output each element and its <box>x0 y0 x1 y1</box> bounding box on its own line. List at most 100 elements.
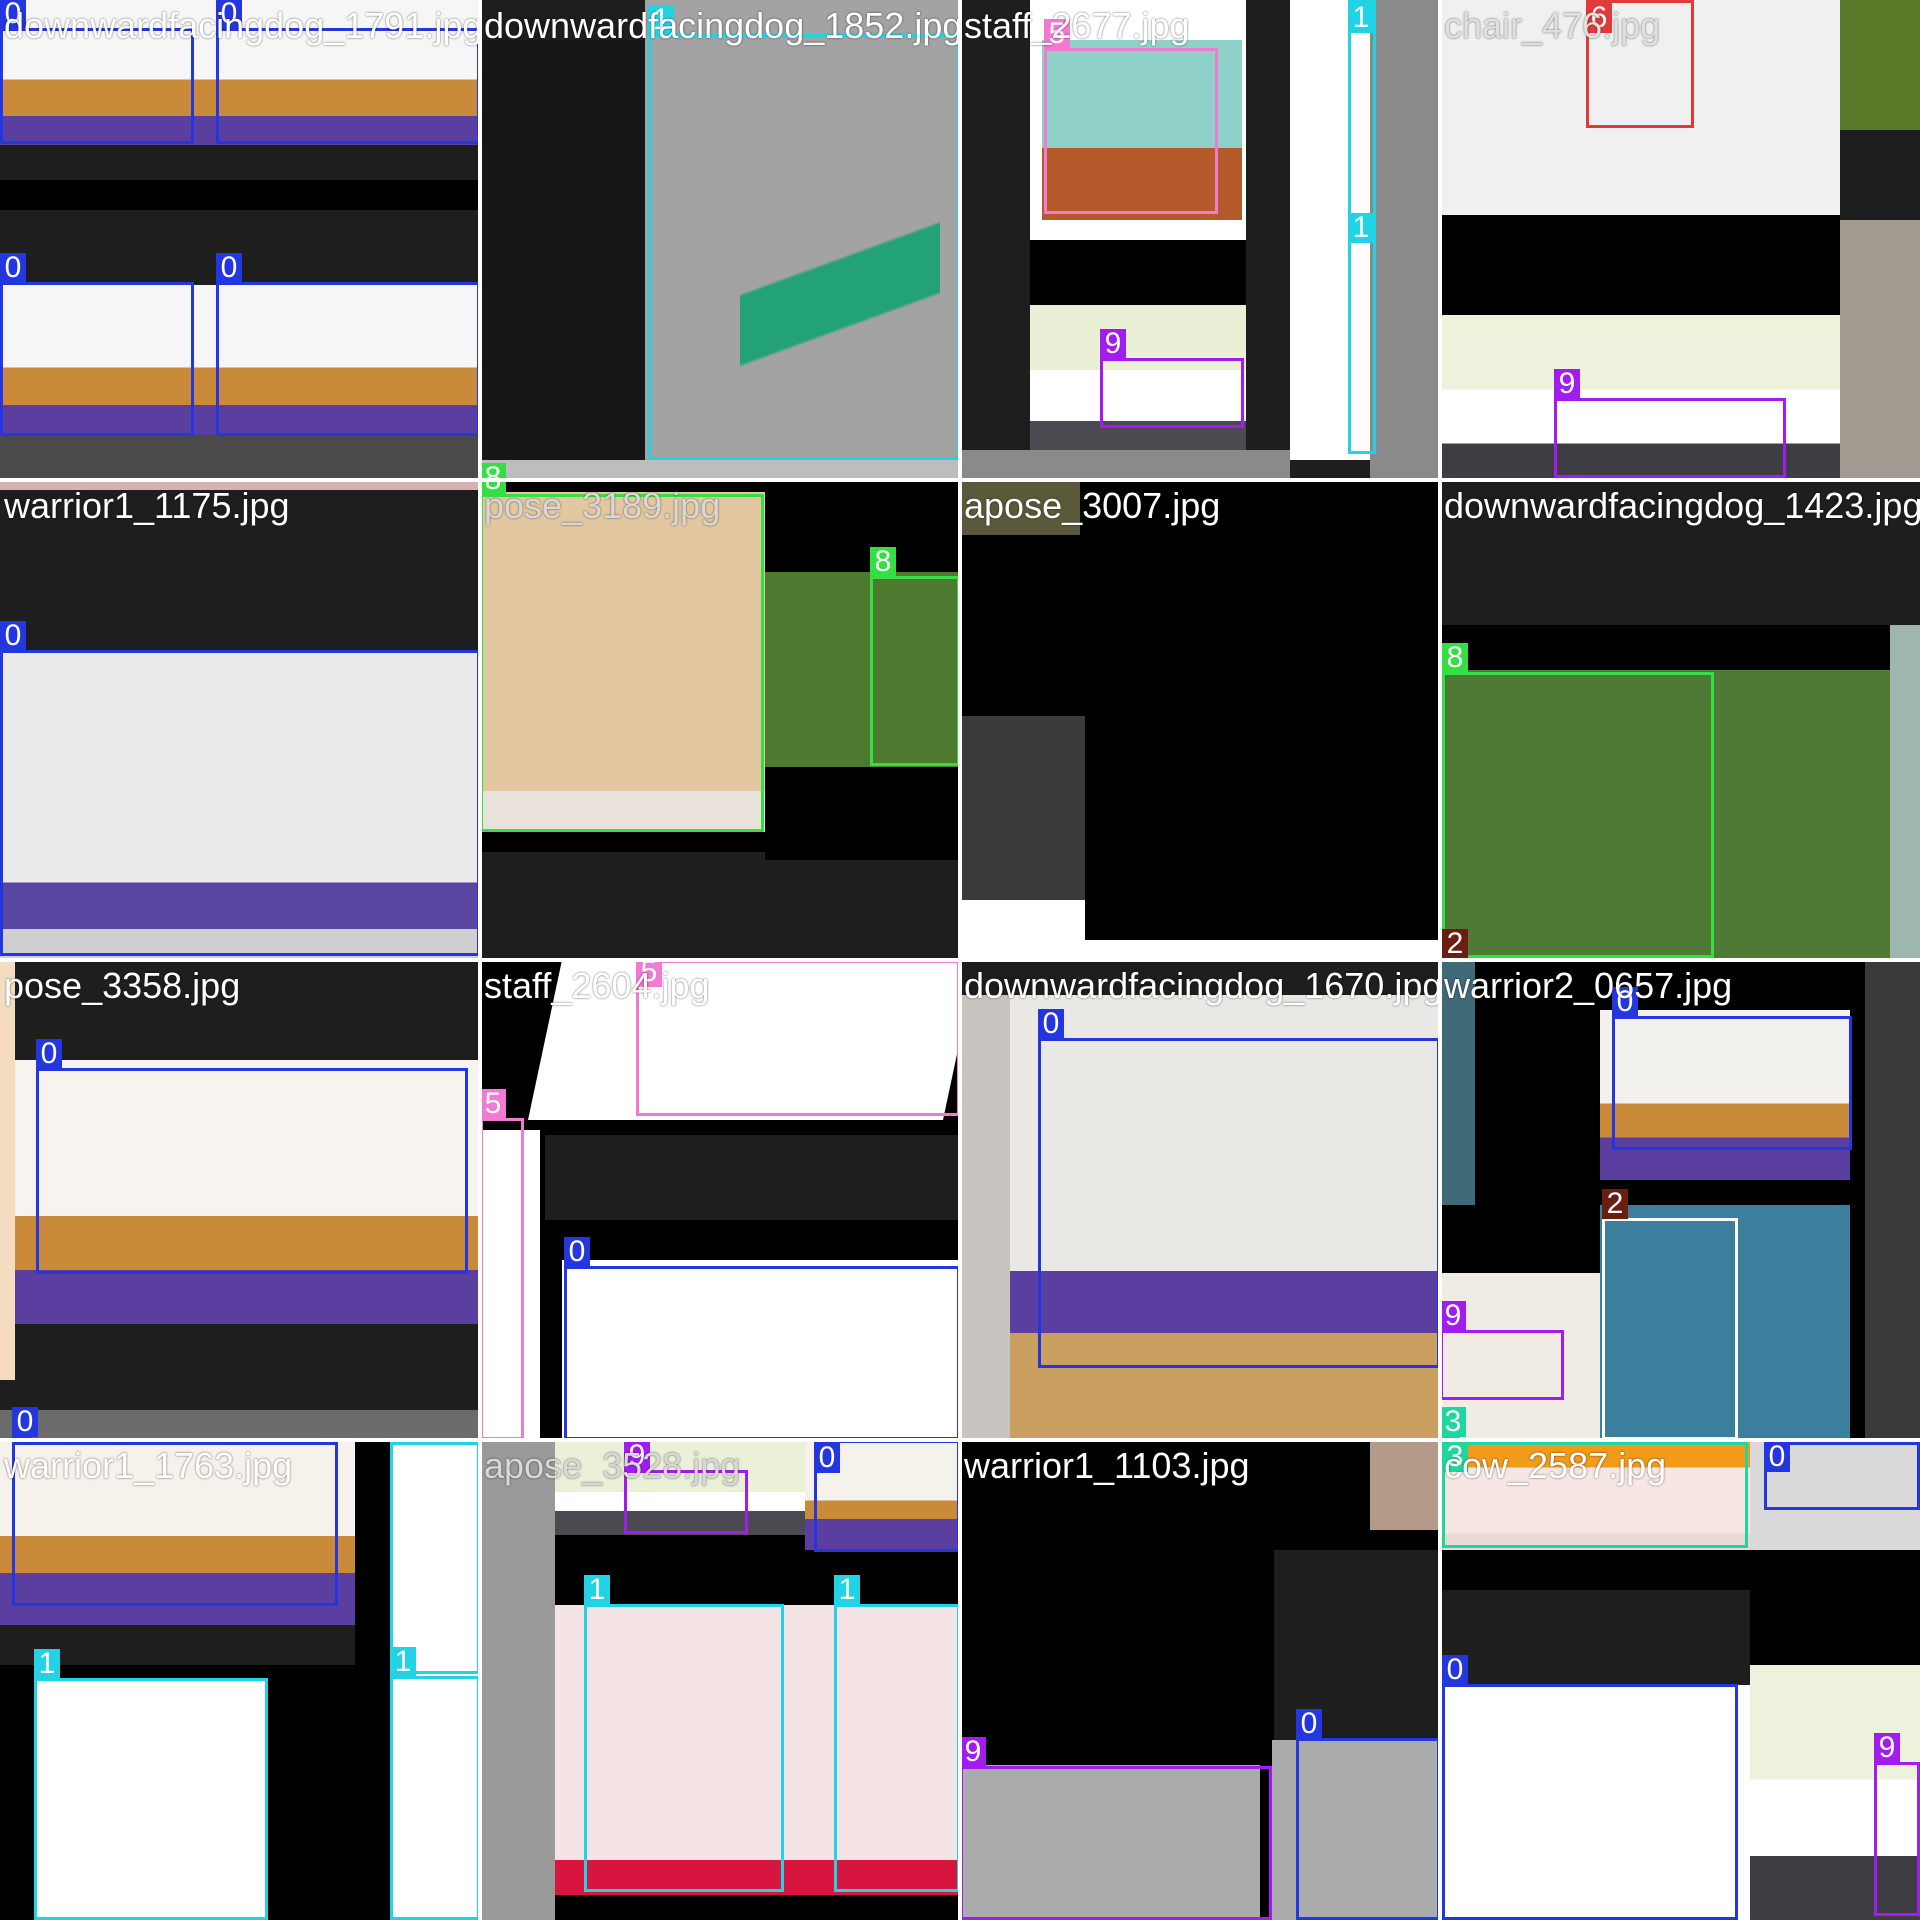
class-label: 0 <box>1764 1442 1790 1472</box>
class-label: 9 <box>1100 329 1126 359</box>
photo-region <box>1890 625 1920 960</box>
class-label: 9 <box>960 1737 986 1767</box>
detection-box: 9 <box>1554 369 1786 478</box>
photo-region <box>0 435 480 480</box>
photo-region <box>1030 240 1246 305</box>
photo-region <box>765 860 960 960</box>
photo-region <box>480 460 960 480</box>
tile-filename: downwardfacingdog_1423.jpg <box>1444 485 1920 526</box>
photo-region <box>0 960 15 1380</box>
mosaic-tile: chair_476.jpg 6 9 <box>1440 0 1920 480</box>
class-label: 5 <box>480 1089 506 1119</box>
photo-region <box>480 1440 555 1920</box>
class-label: 0 <box>1038 1009 1064 1039</box>
class-label: 9 <box>1874 1733 1900 1763</box>
detection-box: 2 <box>1602 1189 1738 1440</box>
grid-divider <box>0 478 1920 482</box>
photo-region <box>1370 0 1440 480</box>
photo-region <box>1440 1590 1750 1690</box>
detection-box: 1 <box>584 1575 784 1892</box>
photo-region <box>545 1135 960 1220</box>
mosaic-tile: staff_2677.jpg 5 9 1 1 <box>960 0 1440 480</box>
detection-box: 8 <box>480 480 764 832</box>
class-label: 1 <box>1348 213 1374 243</box>
class-label: 0 <box>0 253 26 283</box>
tile-filename: downwardfacingdog_1791.jpg <box>4 5 480 46</box>
photo-region <box>0 1410 480 1440</box>
photo-region <box>480 852 765 960</box>
tile-filename: staff_2677.jpg <box>964 5 1190 46</box>
mosaic-grid: downwardfacingdog_1791.jpg 0 0 0 0 downw… <box>0 0 1920 1920</box>
detection-box: 1 <box>34 1649 268 1920</box>
class-label: 0 <box>814 1443 840 1473</box>
detection-box: 1 <box>390 1647 480 1920</box>
detection-box: 1 <box>1348 0 1376 240</box>
detection-box: 0 <box>1612 987 1852 1150</box>
photo-region <box>1440 215 1840 315</box>
mosaic-tile: downwardfacingdog_1423.jpg 8 2 <box>1440 480 1920 960</box>
class-label: 1 <box>34 1649 60 1679</box>
class-label: 0 <box>0 621 26 651</box>
detection-box: 0 <box>1442 1655 1738 1920</box>
class-label: 2 <box>1442 929 1468 959</box>
tile-filename: warrior1_1175.jpg <box>4 485 290 526</box>
detection-box: 0 <box>1296 1709 1440 1920</box>
photo-region <box>960 716 1085 926</box>
photo-region <box>1865 960 1920 1440</box>
tile-filename: downwardfacingdog_1670.jpg <box>964 965 1440 1006</box>
class-label: 0 <box>1296 1709 1322 1739</box>
mosaic-tile: pose_3358.jpg 0 0 <box>0 960 480 1440</box>
detection-box: 9 <box>1874 1733 1920 1916</box>
detection-box: 0 <box>1038 1009 1440 1368</box>
tile-filename: warrior1_1103.jpg <box>964 1445 1250 1486</box>
class-label: 8 <box>1442 643 1468 673</box>
photo-region <box>0 180 480 210</box>
class-label: 0 <box>36 1039 62 1069</box>
tile-filename: apose_3007.jpg <box>964 485 1221 526</box>
tile-filename: chair_476.jpg <box>1444 5 1661 46</box>
photo-region <box>960 900 1085 960</box>
tile-filename: pose_3189.jpg <box>484 485 721 526</box>
mosaic-tile: pose_3189.jpg 8 8 <box>480 480 960 960</box>
tile-filename: staff_2604.jpg <box>484 965 710 1006</box>
mosaic-tile: warrior2_0657.jpg 0 2 9 3 <box>1440 960 1920 1440</box>
class-label: 1 <box>834 1575 860 1605</box>
class-label: 0 <box>216 253 242 283</box>
tile-filename: pose_3358.jpg <box>4 965 241 1006</box>
class-label: 0 <box>564 1237 590 1267</box>
detection-box: 0 <box>216 253 480 436</box>
class-label: 0 <box>1442 1655 1468 1685</box>
tile-filename: downwardfacingdog_1852.jpg <box>484 5 960 46</box>
detection-box: 9 <box>960 1737 1272 1920</box>
mosaic-tile: downwardfacingdog_1791.jpg 0 0 0 0 <box>0 0 480 480</box>
mosaic-tile: warrior1_1763.jpg 0 1 1 1 <box>0 1440 480 1920</box>
detection-box: 8 <box>1442 643 1714 958</box>
class-label: 9 <box>1440 1301 1466 1331</box>
photo-region <box>1840 0 1920 130</box>
detection-box: 9 <box>1100 329 1244 428</box>
detection-box: 1 <box>1348 213 1376 454</box>
class-label: 0 <box>12 1407 38 1437</box>
detection-box: 0 <box>0 253 194 436</box>
grid-divider <box>0 958 1920 962</box>
mosaic-tile: apose_3528.jpg 9 0 1 1 <box>480 1440 960 1920</box>
mosaic-tile: apose_3007.jpg <box>960 480 1440 960</box>
tile-filename: cow_2587.jpg <box>1444 1445 1667 1486</box>
photo-region <box>480 40 645 460</box>
detection-box: 0 <box>36 1039 468 1274</box>
photo-region <box>960 450 1290 480</box>
detection-box: 1 <box>390 1440 480 1674</box>
class-label: 3 <box>1440 1407 1466 1437</box>
mosaic-tile: staff_2604.jpg 5 5 0 <box>480 960 960 1440</box>
photo-region <box>1840 220 1920 480</box>
class-label: 2 <box>1602 1189 1628 1219</box>
mosaic-tile: warrior1_1175.jpg 0 <box>0 480 480 960</box>
class-label: 9 <box>1554 369 1580 399</box>
tile-filename: warrior1_1763.jpg <box>4 1445 293 1486</box>
photo-region <box>1085 940 1440 960</box>
tile-filename: warrior2_0657.jpg <box>1444 965 1733 1006</box>
mosaic-tile: warrior1_1103.jpg 9 0 <box>960 1440 1440 1920</box>
detection-box: 1 <box>648 5 960 460</box>
detection-box: 1 <box>834 1575 960 1892</box>
detection-box: 0 <box>564 1237 960 1440</box>
